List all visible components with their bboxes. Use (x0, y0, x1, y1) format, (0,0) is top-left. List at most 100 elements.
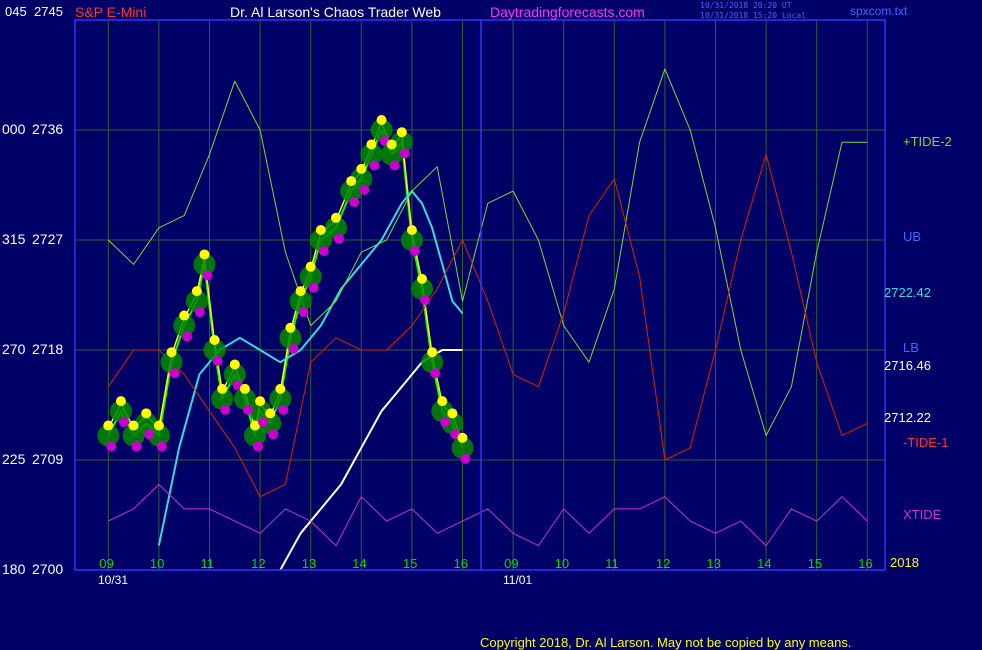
low-marker (409, 246, 420, 256)
x-tick-label-day1: 14 (352, 556, 367, 571)
high-marker (366, 139, 377, 150)
low-marker (106, 441, 117, 452)
x-tick-label-day1: 13 (301, 556, 317, 571)
header-left-angle: 045 (5, 4, 27, 19)
low-marker (318, 246, 329, 256)
low-marker (460, 453, 471, 464)
y-tick-price: 2709 (32, 451, 64, 467)
x-tick-label-day2: 10 (554, 556, 570, 571)
x-tick-label-day2: 16 (858, 556, 873, 571)
low-marker (118, 417, 129, 428)
low-marker (212, 356, 223, 366)
low-marker (253, 441, 264, 452)
high-marker (229, 359, 240, 370)
x-tick-label-day1: 16 (453, 556, 468, 571)
low-marker (349, 197, 360, 208)
tide2-label: +TIDE-2 (903, 134, 952, 149)
low-marker (169, 368, 180, 379)
date-label-1: 10/31 (98, 573, 129, 587)
low-marker (278, 404, 289, 415)
date-label-2: 11/01 (503, 573, 533, 587)
y-tick-price: 2700 (32, 561, 64, 577)
low-marker (420, 294, 431, 305)
x-tick-label-day1: 12 (251, 556, 266, 571)
xtide-label: XTIDE (903, 507, 942, 522)
low-marker (359, 184, 370, 195)
low-marker (182, 331, 193, 342)
low-marker (298, 307, 309, 318)
low-marker (334, 233, 344, 244)
y-tick-label: 270 (2, 341, 26, 357)
high-marker (141, 408, 152, 419)
high-marker (191, 286, 202, 297)
low-marker (258, 417, 269, 428)
low-marker (288, 343, 299, 354)
low-marker (399, 148, 410, 159)
tide1-label: -TIDE-1 (903, 435, 949, 450)
low-marker (202, 270, 213, 281)
low-marker (131, 441, 142, 452)
high-marker (386, 139, 397, 150)
low-marker (369, 160, 380, 171)
year-label: 2018 (890, 555, 919, 570)
high-marker (103, 420, 114, 431)
high-marker (115, 396, 126, 407)
low-marker (268, 429, 279, 440)
y-tick-price: 2736 (32, 121, 64, 137)
high-marker (153, 420, 164, 431)
x-tick-label-day2: 12 (655, 556, 671, 571)
y-tick-label: 315 (2, 231, 26, 247)
x-tick-label-day1: 11 (200, 556, 215, 571)
low-marker (308, 282, 319, 293)
x-tick-label-day2: 13 (706, 556, 721, 571)
low-marker (242, 404, 253, 415)
low-marker (440, 417, 451, 428)
y-tick-price: 2727 (32, 231, 64, 247)
low-marker (156, 441, 167, 452)
high-marker (255, 396, 266, 407)
high-marker (285, 322, 296, 333)
ub-value: 2722.42 (884, 285, 931, 300)
header-left-price: 2745 (34, 4, 63, 19)
x-tick-label-day2: 15 (807, 556, 823, 571)
high-marker (239, 383, 250, 394)
high-marker (315, 225, 326, 235)
low-marker (144, 429, 155, 440)
high-marker (427, 347, 438, 358)
x-tick-label-day1: 15 (402, 556, 418, 571)
high-marker (128, 420, 139, 431)
x-tick-label-day2: 14 (757, 556, 772, 571)
low-marker (194, 307, 205, 318)
high-marker (166, 347, 177, 358)
high-marker (209, 335, 220, 345)
symbol-label: S&P E-Mini (75, 4, 147, 20)
x-tick-label-day2: 09 (504, 556, 519, 571)
high-marker (356, 163, 367, 174)
high-marker (331, 212, 341, 223)
high-marker (447, 408, 458, 419)
chart-title: Dr. Al Larson's Chaos Trader Web (230, 4, 441, 20)
high-marker (179, 310, 190, 321)
price-value: 2712.22 (884, 410, 931, 425)
x-tick-label-day2: 11 (605, 556, 619, 571)
high-marker (396, 127, 407, 138)
high-marker (199, 249, 210, 260)
copyright-notice: Copyright 2018, Dr. Al Larson. May not b… (480, 635, 852, 650)
high-marker (217, 383, 228, 394)
low-marker (430, 368, 441, 379)
high-marker (417, 273, 428, 284)
y-tick-label: 180 (2, 561, 26, 577)
high-marker (406, 225, 417, 235)
site-link[interactable]: Daytradingforecasts.com (490, 4, 645, 20)
high-marker (305, 261, 316, 272)
high-marker (457, 432, 468, 443)
data-file-label: spxcom.txt (850, 4, 908, 18)
x-tick-label-day1: 10 (149, 556, 165, 571)
ub-label: UB (903, 229, 922, 244)
y-tick-label: 000 (2, 121, 26, 137)
chart (0, 0, 982, 650)
timestamp-local: 10/31/2018 15:20 Local (700, 11, 806, 20)
lb-value: 2716.46 (884, 358, 931, 373)
low-marker (389, 160, 400, 171)
high-marker (265, 408, 276, 419)
